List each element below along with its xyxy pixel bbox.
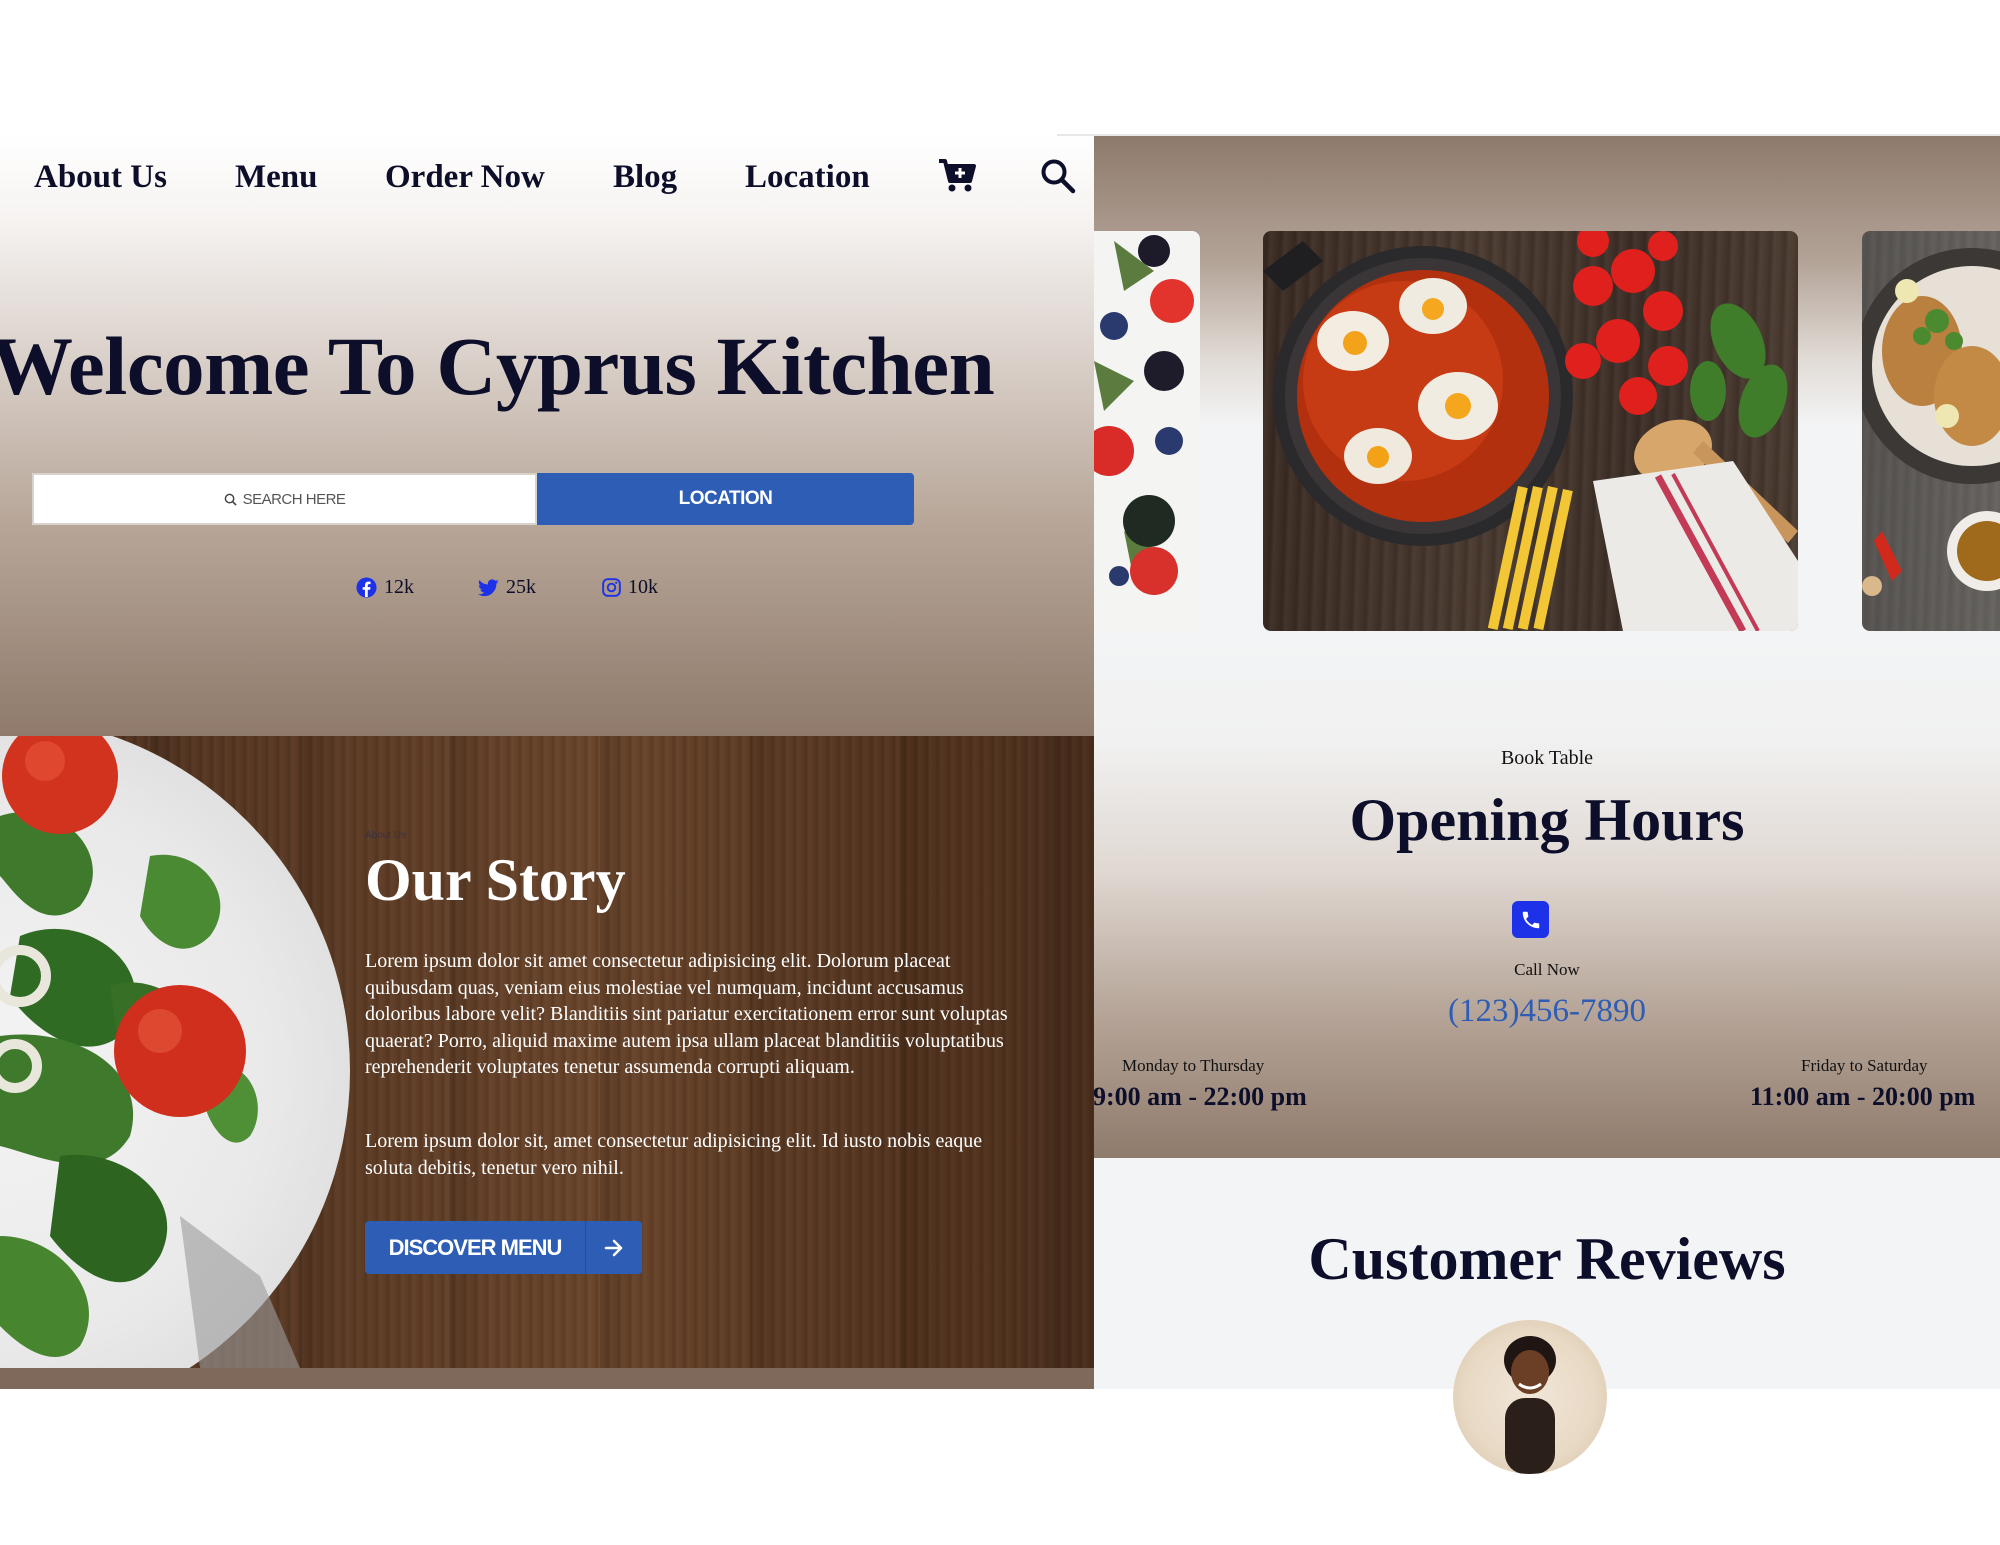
berries-photo[interactable] — [1094, 231, 1200, 631]
search-placeholder: SEARCH HERE — [242, 490, 346, 508]
weekend-label: Friday to Saturday — [1801, 1056, 1928, 1075]
weekday-hours: 9:00 am - 22:00 pm — [1093, 1082, 1307, 1111]
twitter-stat[interactable]: 25k — [478, 576, 536, 599]
story-paragraph-1: Lorem ipsum dolor sit amet consectetur a… — [365, 950, 1008, 1078]
opening-hours-title: Opening Hours — [1349, 787, 1745, 853]
cart-plus-icon[interactable] — [937, 157, 977, 200]
nav-about-us[interactable]: About Us — [34, 159, 167, 196]
customer-reviews-title: Customer Reviews — [1308, 1226, 1786, 1292]
story-bottom-bar — [0, 1368, 1094, 1389]
weekend-hours: 11:00 am - 20:00 pm — [1750, 1082, 1976, 1111]
search-input[interactable]: SEARCH HERE — [32, 473, 537, 525]
discover-menu-label: DISCOVER MENU — [388, 1234, 563, 1260]
reviewer-avatar — [1453, 1320, 1607, 1474]
hero-section: About Us Menu Order Now Blog Location We… — [0, 135, 1094, 736]
search-icon[interactable] — [1040, 158, 1076, 199]
instagram-icon — [602, 578, 621, 597]
story-paragraph-2: Lorem ipsum dolor sit, amet consectetur … — [365, 1130, 983, 1179]
book-table-label: Book Table — [1500, 747, 1594, 769]
discover-menu-button[interactable]: DISCOVER MENU — [365, 1221, 642, 1274]
twitter-icon — [478, 578, 499, 596]
facebook-count: 12k — [384, 576, 414, 598]
weekday-label: Monday to Thursday — [1122, 1056, 1265, 1075]
main-nav: About Us Menu Order Now Blog Location — [0, 135, 1094, 225]
nav-menu[interactable]: Menu — [235, 159, 318, 196]
arrow-right-icon — [585, 1221, 642, 1274]
nav-location[interactable]: Location — [745, 159, 870, 196]
story-title: Our Story — [365, 847, 626, 913]
hero-title: Welcome To Cyprus Kitchen — [0, 320, 995, 412]
nav-order-now[interactable]: Order Now — [385, 159, 545, 196]
facebook-stat[interactable]: 12k — [356, 576, 414, 599]
salad-image — [0, 736, 300, 1368]
story-eyebrow: About Us — [365, 830, 407, 841]
chicken-dish-photo[interactable] — [1862, 231, 2000, 631]
shakshuka-photo[interactable] — [1263, 231, 1798, 631]
phone-number[interactable]: (123)456-7890 — [1094, 993, 2000, 1030]
call-now-label: Call Now — [1514, 960, 1580, 979]
instagram-stat[interactable]: 10k — [602, 576, 658, 599]
facebook-icon — [356, 577, 377, 598]
phone-icon[interactable] — [1512, 901, 1549, 938]
instagram-count: 10k — [628, 576, 658, 598]
opening-hours-section — [1094, 636, 2000, 1158]
nav-blog[interactable]: Blog — [613, 159, 677, 196]
twitter-count: 25k — [506, 576, 536, 598]
search-small-icon — [224, 493, 237, 506]
location-button[interactable]: LOCATION — [537, 473, 914, 525]
